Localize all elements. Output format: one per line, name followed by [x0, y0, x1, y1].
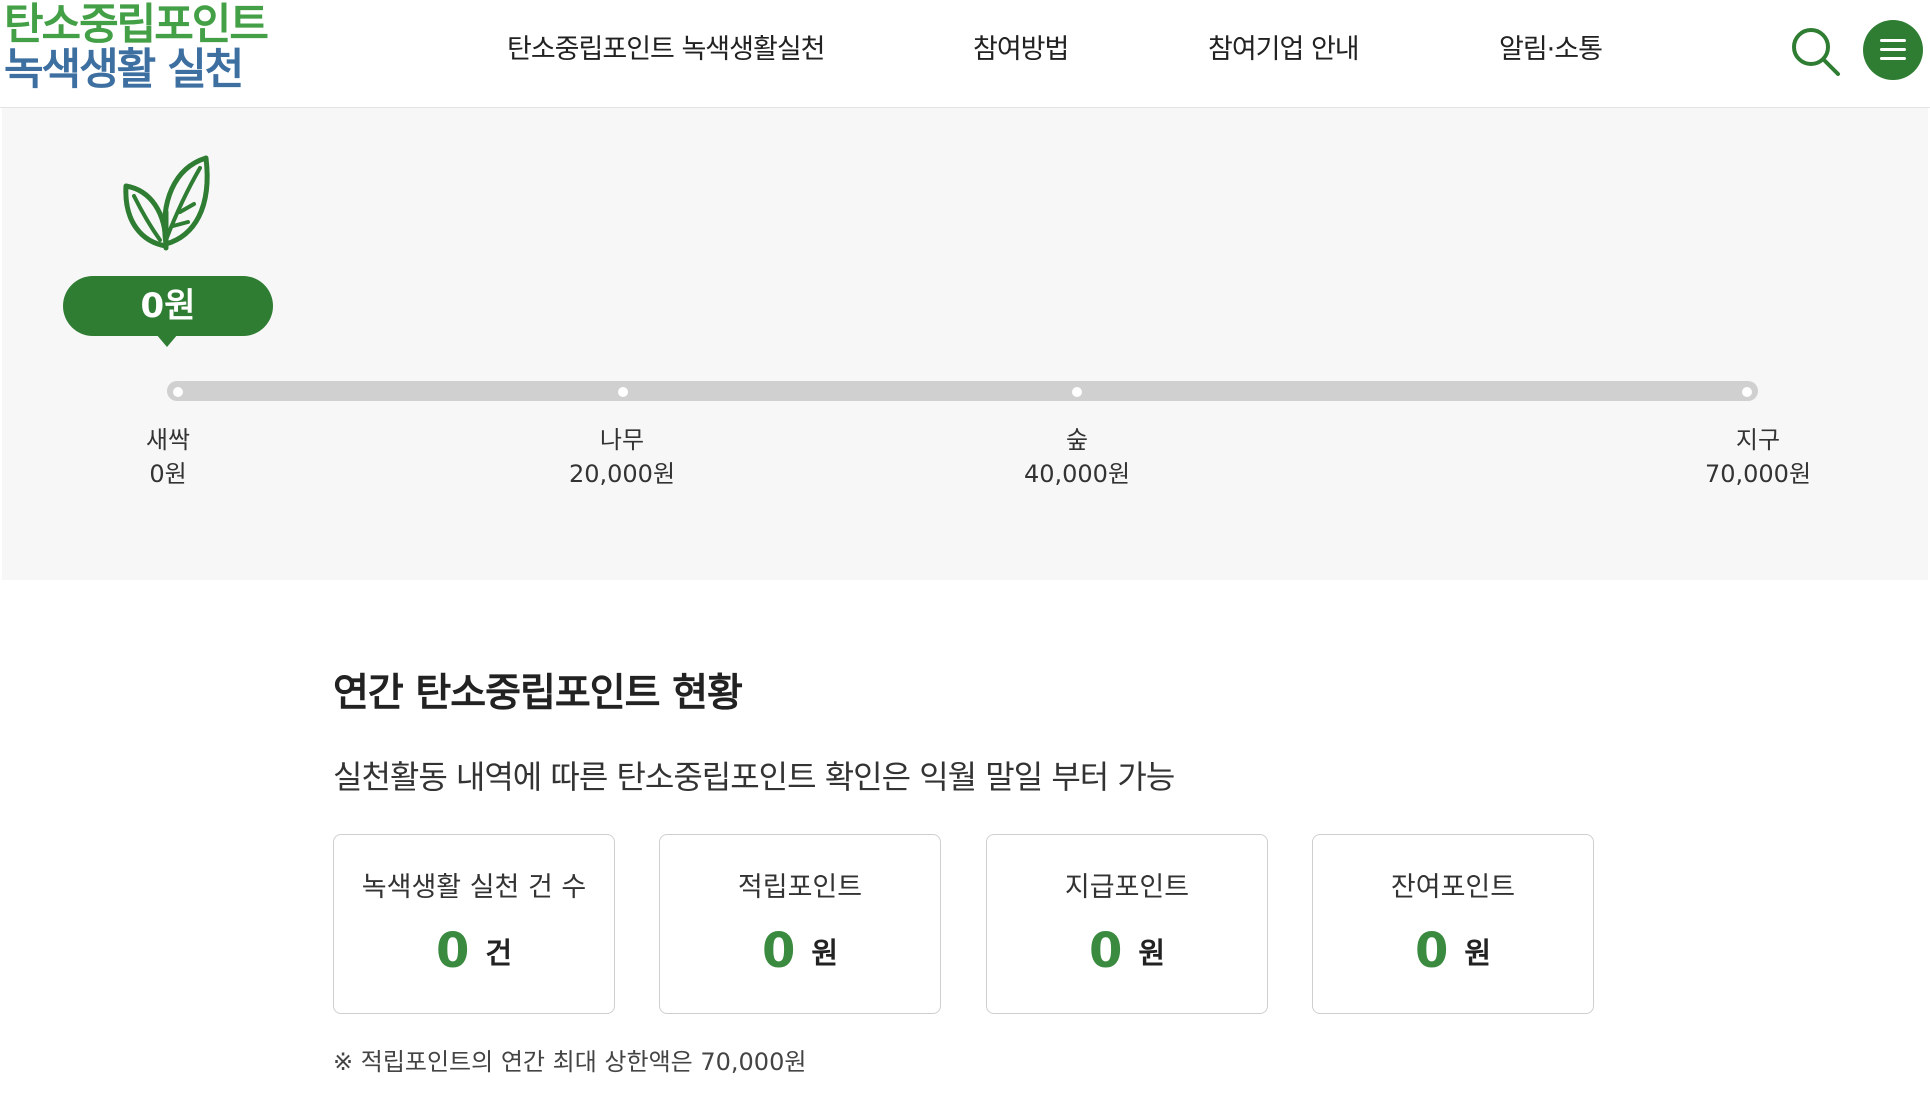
- stat-card-unit: 원: [1138, 936, 1166, 970]
- logo-title-line2: 녹색생활 실천: [4, 45, 244, 95]
- level-marker-forest: [1072, 387, 1082, 397]
- stat-card-number: 0: [1088, 923, 1123, 979]
- stat-card-value: 0원: [1313, 923, 1593, 979]
- hamburger-menu-icon: [1880, 39, 1906, 42]
- annual-cap-footnote: ※ 적립포인트의 연간 최대 상한액은 70,000원: [333, 1048, 807, 1076]
- stat-card-label: 적립포인트: [737, 872, 863, 903]
- leaf-icon: [123, 155, 210, 251]
- annual-status-description: 실천활동 내역에 따른 탄소중립포인트 확인은 익월 말일 부터 가능: [333, 758, 1175, 796]
- level-label-earth: 지구 70,000원: [1658, 423, 1858, 491]
- logo-title-line1: 탄소중립포인트: [4, 0, 269, 50]
- search-button[interactable]: [1790, 26, 1842, 78]
- level-progress-bar: [167, 381, 1758, 401]
- stat-card-unit: 원: [1464, 936, 1492, 970]
- level-progress-section: [2, 108, 1928, 580]
- stat-card-label: 잔여포인트: [1390, 872, 1516, 903]
- level-name: 지구: [1735, 426, 1781, 454]
- level-amount: 40,000원: [1023, 460, 1131, 488]
- hamburger-menu-icon-bar: [1880, 57, 1906, 60]
- level-amount: 0원: [149, 460, 187, 488]
- current-points-badge: 0원: [63, 276, 273, 336]
- annual-status-title: 연간 탄소중립포인트 현황: [333, 671, 743, 716]
- level-amount: 20,000원: [568, 460, 676, 488]
- nav-item-green-life[interactable]: 탄소중립포인트 녹색생활실천: [507, 0, 826, 100]
- nav-item-notice[interactable]: 알림·소통: [1499, 0, 1603, 100]
- stat-card-earned-points: 적립포인트 0원: [659, 834, 941, 1014]
- stat-card-number: 0: [435, 923, 470, 979]
- stat-card-number: 0: [761, 923, 796, 979]
- level-marker-sprout: [173, 387, 183, 397]
- level-label-forest: 숲 40,000원: [977, 423, 1177, 491]
- stat-card-value: 0원: [660, 923, 940, 979]
- stat-card-remaining-points: 잔여포인트 0원: [1312, 834, 1594, 1014]
- stat-card-practice-count: 녹색생활 실천 건 수 0건: [333, 834, 615, 1014]
- level-marker-tree: [618, 387, 628, 397]
- stat-card-label: 녹색생활 실천 건 수: [361, 872, 587, 903]
- stat-card-label: 지급포인트: [1064, 872, 1190, 903]
- current-points-badge-pointer: [156, 334, 178, 347]
- stat-card-value: 0건: [334, 923, 614, 979]
- stat-card-number: 0: [1414, 923, 1449, 979]
- page: 탄소중립포인트 녹색생활 실천 탄소중립포인트 녹색생활실천 참여방법 참여기업…: [0, 0, 1930, 1120]
- stat-card-paid-points: 지급포인트 0원: [986, 834, 1268, 1014]
- site-header: 탄소중립포인트 녹색생활 실천 탄소중립포인트 녹색생활실천 참여방법 참여기업…: [0, 0, 1930, 108]
- level-marker-earth: [1742, 387, 1752, 397]
- level-label-tree: 나무 20,000원: [522, 423, 722, 491]
- stat-card-unit: 원: [811, 936, 839, 970]
- stat-card-unit: 건: [485, 936, 513, 970]
- level-label-sprout: 새싹 0원: [68, 423, 268, 491]
- level-name: 숲: [1065, 426, 1089, 454]
- menu-button[interactable]: [1863, 20, 1923, 80]
- search-icon: [1792, 28, 1840, 76]
- level-amount: 70,000원: [1704, 460, 1812, 488]
- stat-card-value: 0원: [987, 923, 1267, 979]
- nav-item-how-to-join[interactable]: 참여방법: [973, 0, 1069, 100]
- level-name: 새싹: [145, 426, 191, 454]
- hamburger-menu-icon-bar: [1880, 48, 1906, 51]
- site-logo[interactable]: 탄소중립포인트 녹색생활 실천: [4, 0, 269, 95]
- level-name: 나무: [599, 426, 645, 454]
- nav-item-partner-companies[interactable]: 참여기업 안내: [1208, 0, 1360, 100]
